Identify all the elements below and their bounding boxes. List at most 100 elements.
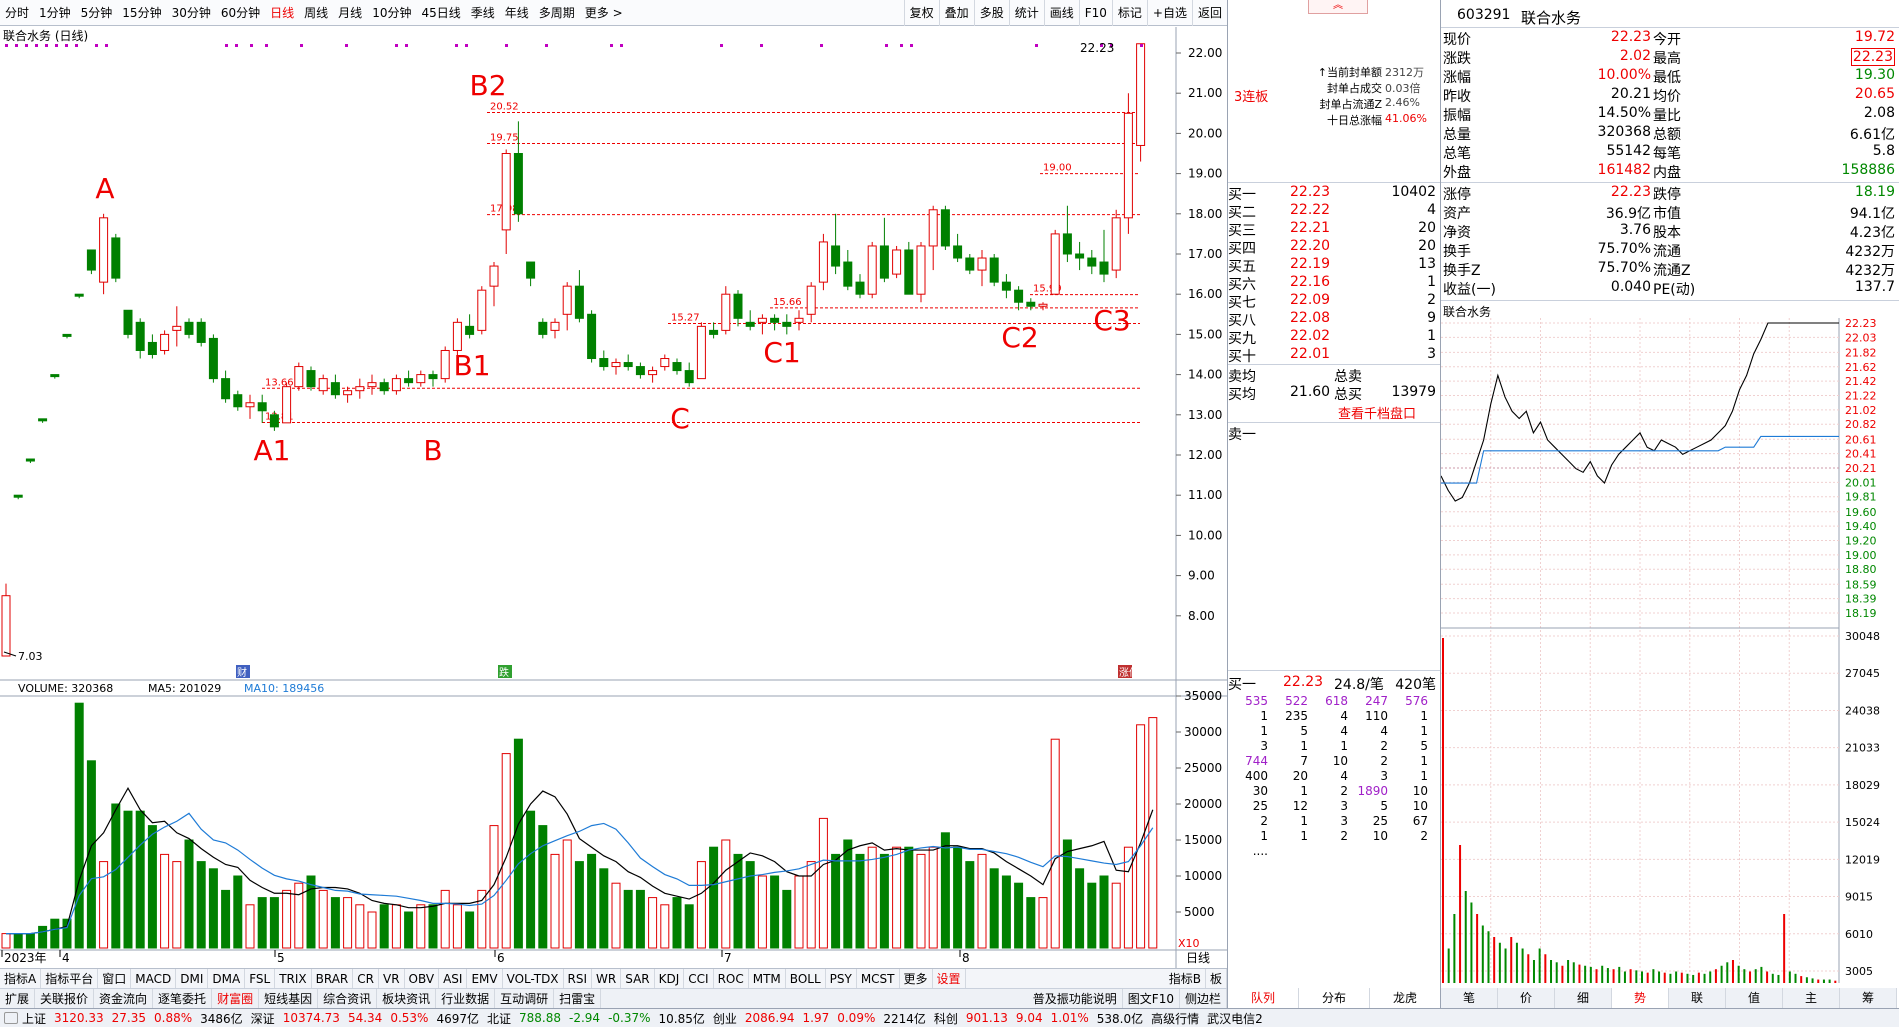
indicator-tab[interactable]: ASI bbox=[439, 968, 468, 989]
indicator-tab[interactable]: MCST bbox=[857, 968, 900, 989]
mini-volume-bar bbox=[1822, 979, 1825, 983]
orderbook-tab[interactable]: 分布 bbox=[1299, 988, 1370, 1008]
quote-value: 75.70% bbox=[1597, 241, 1651, 257]
bid-price[interactable]: 22.09 bbox=[1290, 292, 1330, 308]
index-name[interactable]: 科创 bbox=[934, 1010, 958, 1027]
indicator-tab[interactable]: CCI bbox=[684, 968, 714, 989]
intraday-chart[interactable]: 22.2322.03 21.82 21.6221.42 21.2221.0220.82… bbox=[1441, 318, 1899, 1003]
indicator-tab[interactable]: MACD bbox=[131, 968, 177, 989]
view-depth-link[interactable]: 查看千档盘口 bbox=[1338, 403, 1416, 422]
quote-label: 每笔 bbox=[1653, 146, 1681, 162]
event-dot bbox=[75, 44, 78, 47]
indicator-tab[interactable]: WR bbox=[592, 968, 622, 989]
mini-volume-bar bbox=[1743, 969, 1746, 983]
volume-bar bbox=[892, 846, 902, 949]
indicator-tab[interactable]: RSI bbox=[564, 968, 593, 989]
bid-price[interactable]: 22.22 bbox=[1290, 202, 1330, 218]
info-right-tab[interactable]: 普及振功能说明 bbox=[1028, 988, 1123, 1009]
indicator-tab[interactable]: MTM bbox=[749, 968, 786, 989]
bid-price[interactable]: 22.01 bbox=[1290, 346, 1330, 362]
quote-tab[interactable]: 细 bbox=[1555, 988, 1612, 1008]
seal-label: 十日总涨幅 bbox=[1327, 114, 1382, 127]
index-name[interactable]: 创业 bbox=[713, 1010, 737, 1027]
orderbook-tab[interactable]: 队列 bbox=[1228, 988, 1299, 1008]
bid-price[interactable]: 22.02 bbox=[1290, 328, 1330, 344]
event-dot bbox=[95, 44, 98, 47]
queue-cell: 30 bbox=[1252, 784, 1268, 798]
info-tab[interactable]: 短线基因 bbox=[259, 988, 319, 1009]
indicator-tab[interactable]: BOLL bbox=[786, 968, 826, 989]
info-tab[interactable]: 财富圈 bbox=[212, 988, 260, 1009]
indicator-tab[interactable]: CR bbox=[353, 968, 379, 989]
indicator-tab[interactable]: BRAR bbox=[312, 968, 354, 989]
indicator-tab[interactable]: SAR bbox=[621, 968, 655, 989]
indicator-tab[interactable]: DMI bbox=[176, 968, 209, 989]
mini-volume-bar bbox=[1504, 948, 1507, 983]
index-name[interactable]: 上证 bbox=[22, 1010, 46, 1027]
info-tab[interactable]: 板块资讯 bbox=[377, 988, 437, 1009]
indicator-tab[interactable]: TRIX bbox=[275, 968, 312, 989]
mini-price-label: 22.03 bbox=[1845, 331, 1877, 344]
indicator-tab[interactable]: EMV bbox=[467, 968, 503, 989]
info-right-tab[interactable]: 图文F10 bbox=[1123, 988, 1180, 1009]
bid-price[interactable]: 22.21 bbox=[1290, 220, 1330, 236]
event-dot bbox=[250, 44, 253, 47]
ask1-label: 卖一 bbox=[1228, 427, 1256, 443]
indicator-tab[interactable]: VOL-TDX bbox=[503, 968, 564, 989]
bid-price[interactable]: 22.23 bbox=[1290, 184, 1330, 200]
info-tab[interactable]: 扩展 bbox=[0, 988, 36, 1009]
info-tab[interactable]: 综合资讯 bbox=[318, 988, 378, 1009]
info-tab[interactable]: 资金流向 bbox=[94, 988, 154, 1009]
status-extra[interactable]: 武汉电信2 bbox=[1207, 1010, 1263, 1027]
indicator-tab[interactable]: DMA bbox=[208, 968, 246, 989]
indicator-tab[interactable]: VR bbox=[379, 968, 405, 989]
bid-price[interactable]: 22.20 bbox=[1290, 238, 1330, 254]
quote-tab[interactable]: 价 bbox=[1498, 988, 1555, 1008]
quote-tab[interactable]: 笔 bbox=[1441, 988, 1498, 1008]
indicator-tab[interactable]: 指标平台 bbox=[41, 968, 99, 989]
indicator-b-tab[interactable]: 指标B bbox=[1165, 968, 1206, 989]
orderbook-tab[interactable]: 龙虎 bbox=[1370, 988, 1441, 1008]
queue-cell: 2 bbox=[1420, 829, 1428, 843]
toggle-icon[interactable] bbox=[4, 1012, 18, 1024]
volume-bar bbox=[330, 897, 340, 949]
quote-tab[interactable]: 联 bbox=[1669, 988, 1726, 1008]
info-tab[interactable]: 互动调研 bbox=[495, 988, 555, 1009]
info-tab[interactable]: 行业数据 bbox=[436, 988, 496, 1009]
divider bbox=[1227, 0, 1228, 1027]
collapse-button[interactable]: ︽ bbox=[1308, 0, 1368, 14]
bid-price[interactable]: 22.16 bbox=[1290, 274, 1330, 290]
quote-tab[interactable]: 势 bbox=[1612, 988, 1669, 1008]
indicator-tab[interactable]: 设置 bbox=[933, 968, 966, 989]
index-name[interactable]: 北证 bbox=[487, 1010, 511, 1027]
info-tab[interactable]: 关联报价 bbox=[35, 988, 95, 1009]
indicator-tab[interactable]: PSY bbox=[826, 968, 857, 989]
info-right-tab[interactable]: 侧边栏 bbox=[1180, 988, 1227, 1009]
event-dot bbox=[105, 44, 108, 47]
indicator-tab[interactable]: 指标A bbox=[0, 968, 42, 989]
mini-volume-bar bbox=[1447, 948, 1450, 983]
indicator-tab[interactable]: KDJ bbox=[655, 968, 685, 989]
quote-tab[interactable]: 值 bbox=[1726, 988, 1783, 1008]
indicator-tab[interactable]: 更多 bbox=[900, 968, 933, 989]
volume-bar bbox=[623, 889, 633, 949]
bid-price[interactable]: 22.08 bbox=[1290, 310, 1330, 326]
bid-label: 买十 bbox=[1228, 349, 1256, 365]
indicator-tab[interactable]: 窗口 bbox=[98, 968, 132, 989]
queue-cell: 522 bbox=[1285, 694, 1308, 708]
quote-tab[interactable]: 筹 bbox=[1840, 988, 1897, 1008]
info-tab[interactable]: 扫雷宝 bbox=[554, 988, 602, 1009]
indicator-b-tab[interactable]: 板 bbox=[1206, 968, 1227, 989]
indicator-tab[interactable]: FSL bbox=[245, 968, 276, 989]
quote-label: PE(动) bbox=[1653, 282, 1696, 298]
status-extra[interactable]: 高级行情 bbox=[1151, 1010, 1199, 1027]
index-name[interactable]: 深证 bbox=[251, 1010, 275, 1027]
info-tab[interactable]: 逐笔委托 bbox=[153, 988, 213, 1009]
event-dot bbox=[910, 44, 913, 47]
kline-chart[interactable]: 联合水务 (日线) 22.00 21.00 20.00 19.00 18.00 17.00 1… bbox=[0, 0, 1227, 968]
indicator-tab[interactable]: OBV bbox=[405, 968, 440, 989]
indicator-tab[interactable]: ROC bbox=[714, 968, 749, 989]
index-pct: 0.09% bbox=[837, 1011, 876, 1025]
quote-tab[interactable]: 主 bbox=[1783, 988, 1840, 1008]
bid-price[interactable]: 22.19 bbox=[1290, 256, 1330, 272]
